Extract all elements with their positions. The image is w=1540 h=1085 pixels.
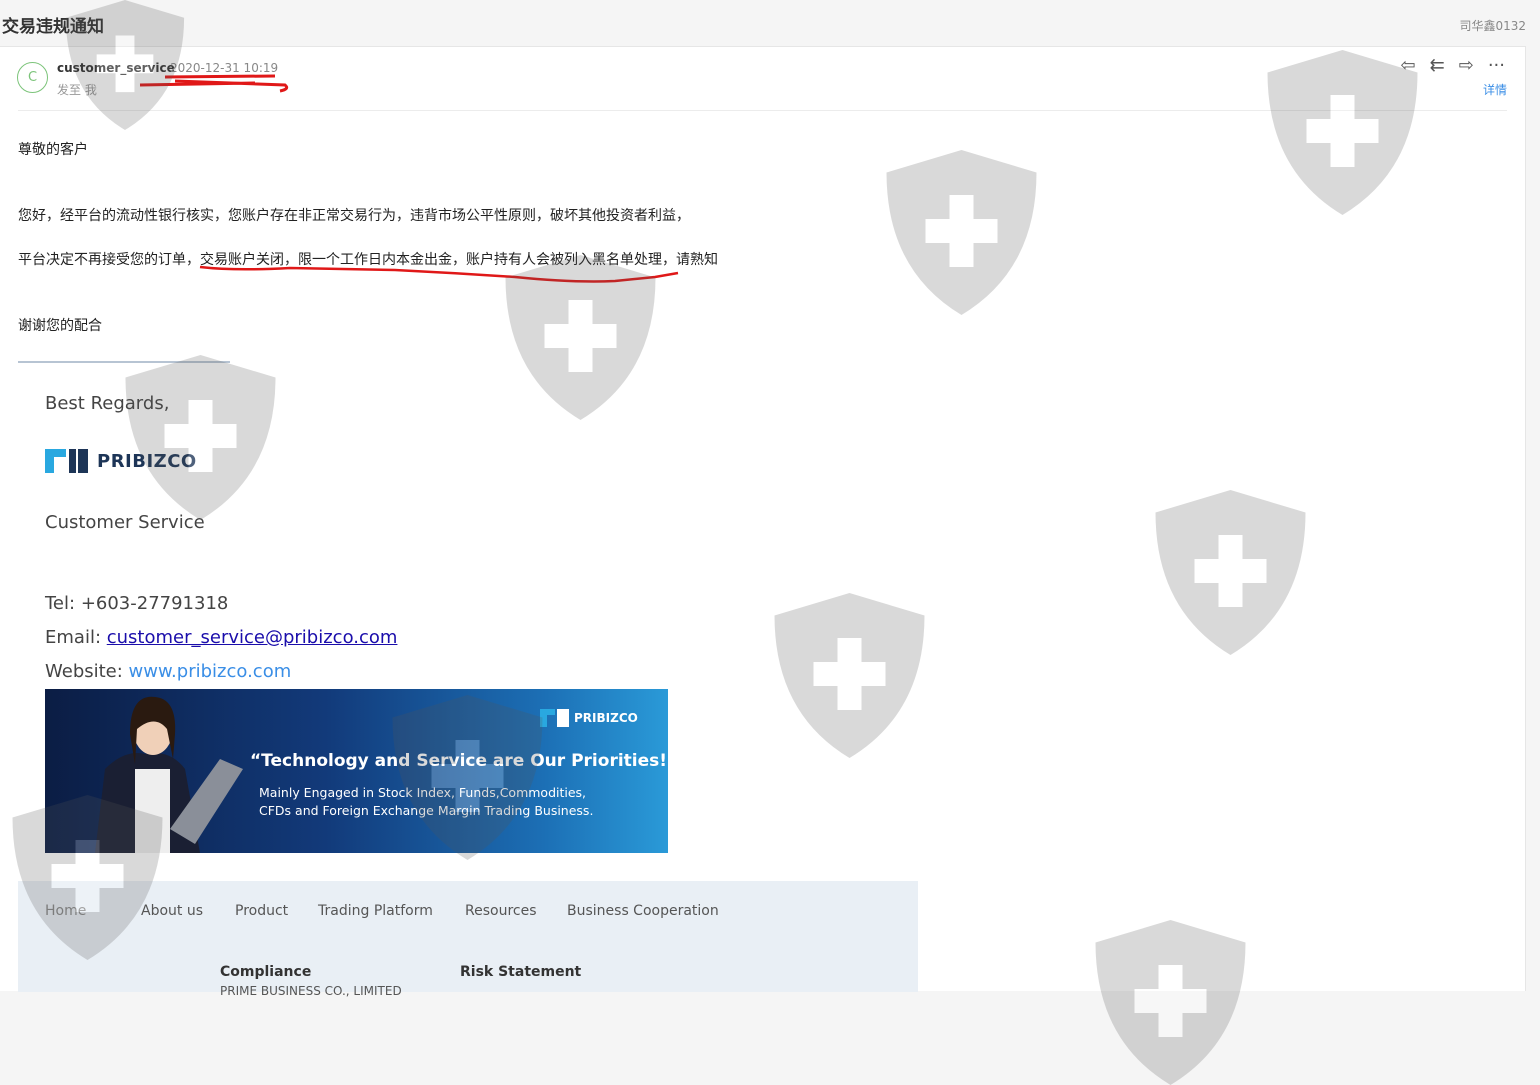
email-view: C customer_service 2020-12-31 10:19 发至 我… (0, 46, 1526, 998)
logo-mark-icon (45, 449, 88, 473)
forward-icon[interactable]: ⇨ (1459, 55, 1474, 76)
tel-label: Tel: (45, 593, 81, 614)
compliance-text: PRIME BUSINESS CO., LIMITED (220, 984, 402, 998)
tel-value: +603-27791318 (80, 593, 229, 614)
nav-resources[interactable]: Resources (465, 903, 537, 919)
email-subject: 交易违规通知 (2, 17, 104, 37)
businesswoman-image (95, 696, 243, 853)
signature-footer: Home About us Product Trading Platform R… (18, 881, 918, 998)
logo-text: PRIBIZCO (97, 450, 197, 472)
banner-quote: “Technology and Service are Our Prioriti… (250, 751, 668, 771)
company-logo: PRIBIZCO (45, 447, 197, 475)
banner-line-1: Mainly Engaged in Stock Index, Funds,Com… (259, 785, 587, 800)
account-name: 司华鑫0132 (1459, 19, 1526, 33)
nav-product[interactable]: Product (235, 903, 288, 919)
reply-all-icon[interactable]: ⇇ (1430, 55, 1445, 76)
avatar: C (17, 62, 48, 93)
website-link[interactable]: www.pribizco.com (129, 661, 292, 682)
red-underline-annotation (199, 265, 679, 283)
telephone: Tel: +603-27791318 (45, 593, 228, 614)
logo-mark-icon (540, 709, 569, 727)
banner-logo-text: PRIBIZCO (574, 711, 638, 725)
email-link[interactable]: customer_service@pribizco.com (107, 627, 398, 648)
email-label: Email: (45, 627, 107, 648)
nav-trading-platform[interactable]: Trading Platform (318, 903, 433, 919)
greeting: 尊敬的客户 (18, 142, 88, 158)
risk-heading: Risk Statement (460, 964, 582, 980)
closing: 谢谢您的配合 (18, 318, 102, 334)
nav-home[interactable]: Home (45, 903, 86, 919)
nav-about-us[interactable]: About us (141, 903, 203, 919)
nav-business-cooperation[interactable]: Business Cooperation (567, 903, 719, 919)
red-scribble-annotation (139, 74, 289, 93)
website-line: Website: www.pribizco.com (45, 661, 291, 682)
divider (18, 110, 1507, 111)
regards: Best Regards, (45, 393, 170, 414)
reply-icon[interactable]: ⇦ (1401, 55, 1416, 76)
signature-role: Customer Service (45, 512, 205, 533)
banner-logo: PRIBIZCO (540, 709, 638, 727)
banner-line-2: CFDs and Foreign Exchange Margin Trading… (259, 803, 594, 818)
recipient: 发至 我 (57, 83, 97, 97)
paragraph-1: 您好，经平台的流动性银行核实，您账户存在非正常交易行为，违背市场公平性原则，破坏… (18, 208, 690, 224)
email-line: Email: customer_service@pribizco.com (45, 627, 397, 648)
compliance-heading: Compliance (220, 964, 312, 980)
website-label: Website: (45, 661, 129, 682)
title-bar: 交易违规通知 司华鑫0132 (0, 0, 1540, 46)
promo-banner: PRIBIZCO “Technology and Service are Our… (45, 689, 668, 853)
signature-divider (18, 361, 230, 363)
details-link[interactable]: 详情 (1483, 81, 1507, 98)
more-icon[interactable]: ··· (1488, 55, 1505, 76)
